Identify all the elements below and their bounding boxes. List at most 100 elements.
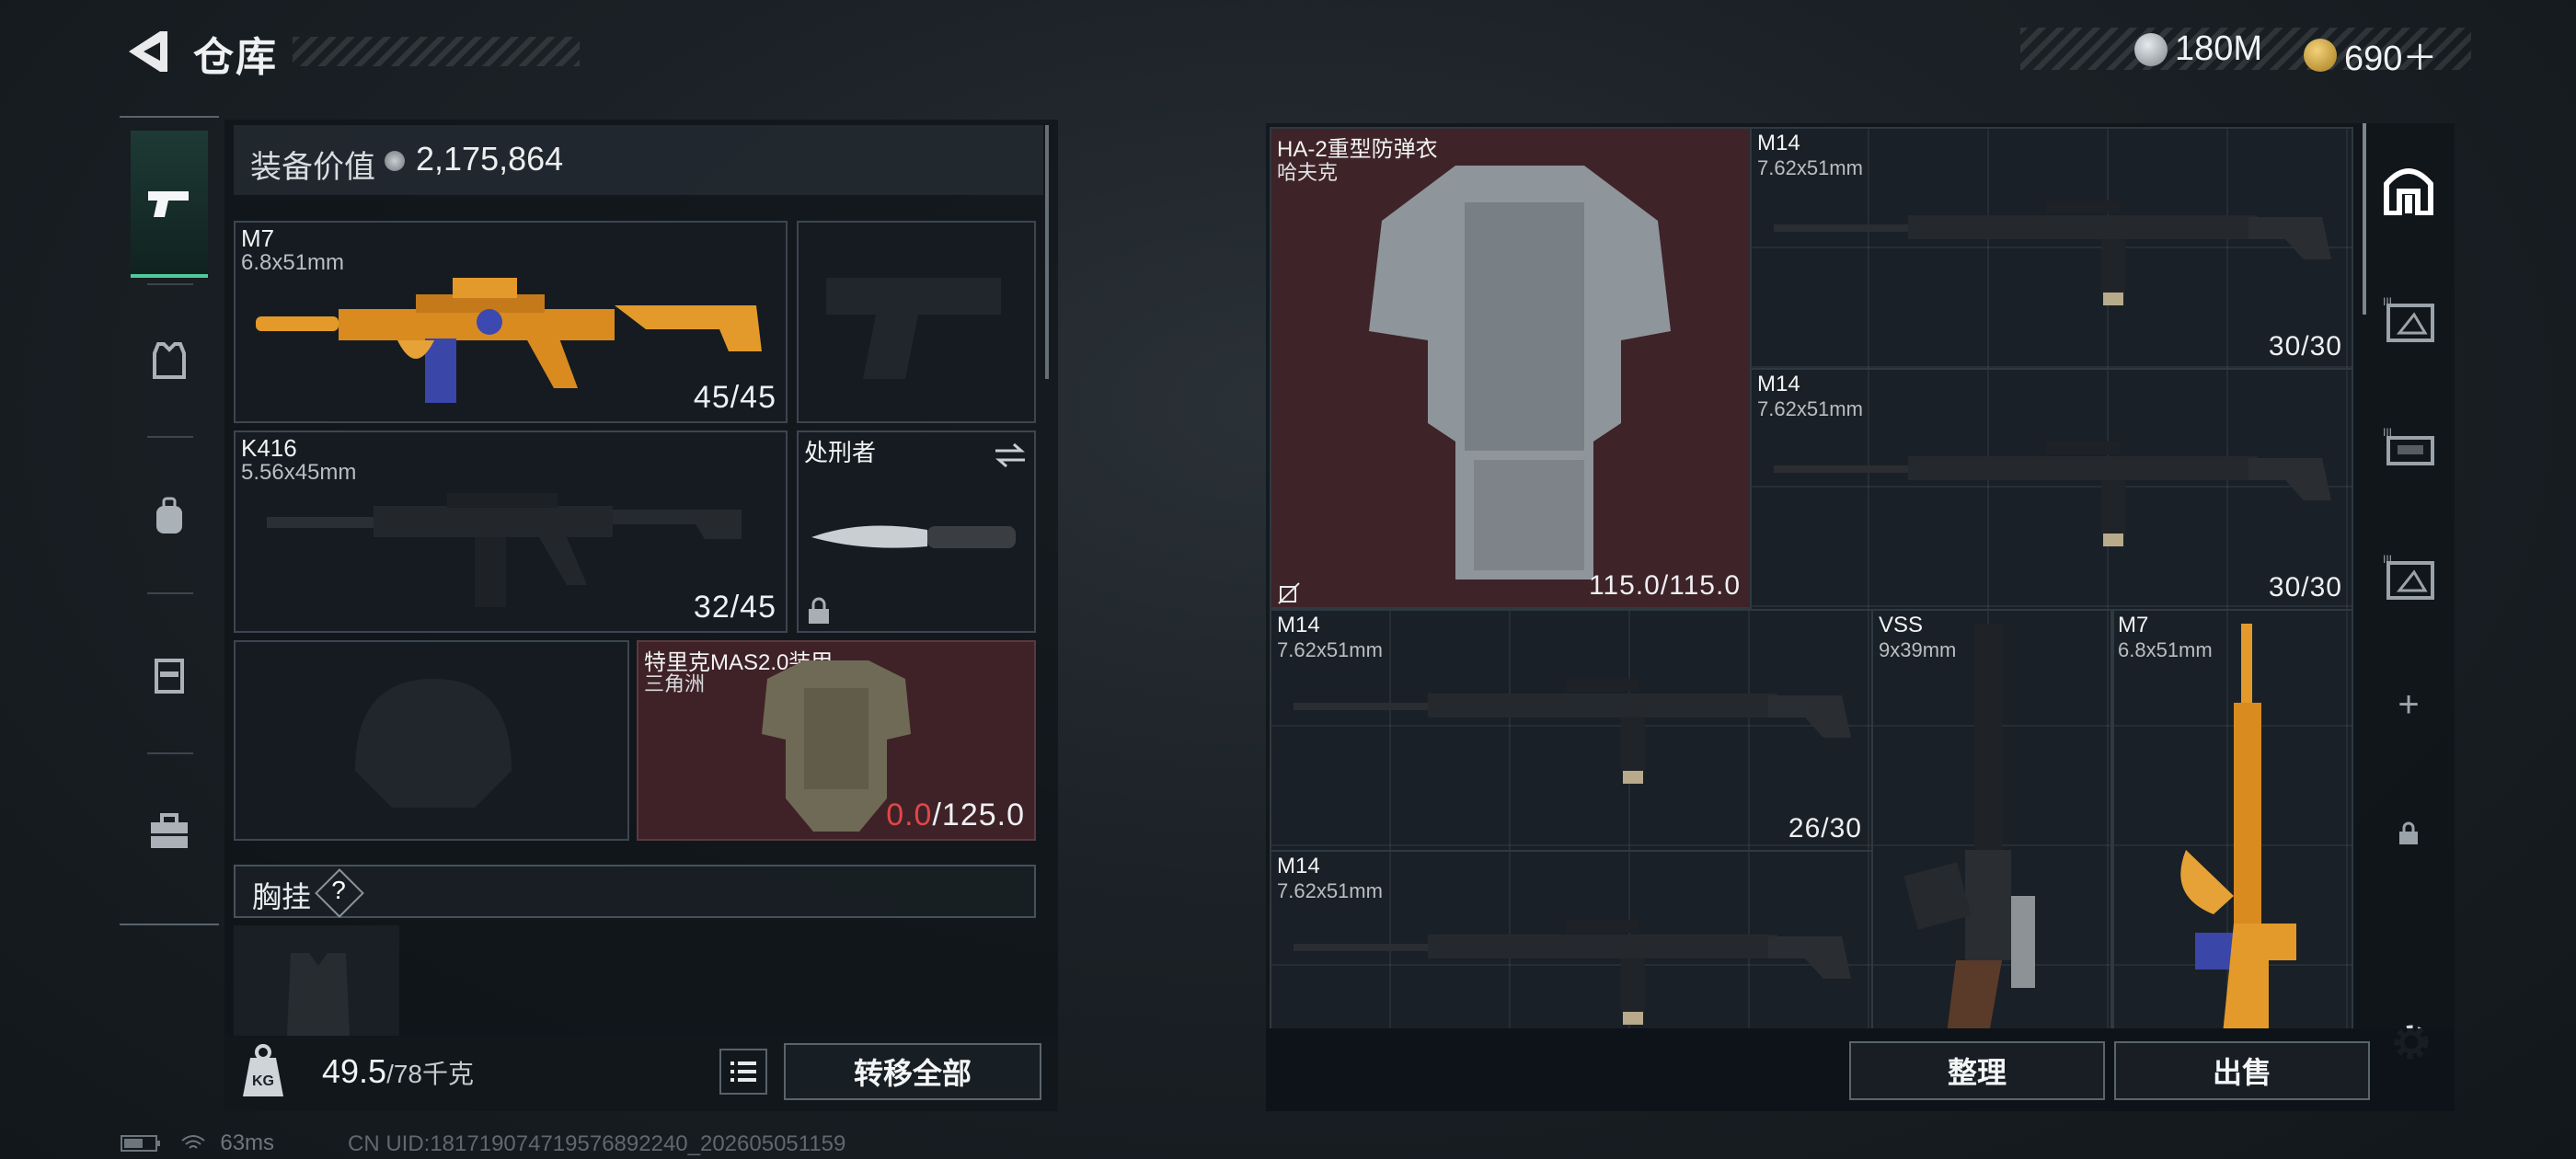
nav-container-2[interactable]: III bbox=[2364, 403, 2453, 491]
nav-chest-rig[interactable] bbox=[131, 602, 208, 745]
slot-ammo-count: 45/45 bbox=[693, 380, 776, 415]
back-arrow-icon bbox=[129, 31, 167, 72]
chest-rig-slot[interactable] bbox=[234, 925, 399, 1036]
container-1-icon: III bbox=[2383, 553, 2434, 600]
storage-item-caliber: 7.62x51mm bbox=[1277, 638, 1383, 661]
currency-gold-value: 690＋ bbox=[2344, 40, 2438, 78]
briefcase-icon bbox=[151, 813, 188, 848]
armor-durability-current: 0.0 bbox=[886, 798, 933, 832]
storage-item-name: M14 bbox=[1277, 854, 1320, 878]
currency-gold[interactable]: 690＋ bbox=[2304, 29, 2437, 80]
storage-item-rifle-m7[interactable]: M7 6.8x51mm bbox=[2110, 609, 2353, 1028]
nav-briefcase[interactable] bbox=[131, 760, 208, 903]
pistol-icon bbox=[148, 191, 189, 217]
chest-rig-label: 胸挂 bbox=[252, 880, 312, 913]
heavy-armor-item-icon bbox=[1369, 166, 1671, 580]
add-icon: + bbox=[2398, 683, 2420, 725]
storage-item-armor[interactable]: HA-2重型防弹衣 哈夫克 115.0/115.0 bbox=[1270, 127, 1752, 609]
equipment-scrollbar[interactable] bbox=[1045, 125, 1049, 379]
ping-value: 63ms bbox=[220, 1130, 275, 1155]
armor-durability-max: /125.0 bbox=[932, 798, 1025, 832]
storage-item-caliber: 7.62x51mm bbox=[1277, 879, 1383, 902]
svg-text:KG: KG bbox=[252, 1073, 274, 1089]
currency-silver[interactable]: 180M bbox=[2134, 29, 2262, 69]
helmet-placeholder-icon bbox=[355, 679, 512, 808]
storage-item-brand: 哈夫克 bbox=[1277, 161, 1339, 184]
storage-item-rifle[interactable]: M14 7.62x51mm 30/30 bbox=[1750, 368, 2353, 611]
carry-weight: 49.5/78千克 bbox=[322, 1052, 474, 1091]
armor-vest-icon bbox=[153, 342, 186, 379]
loadout-category-nav bbox=[120, 116, 219, 925]
slot-item-brand: 三角洲 bbox=[644, 672, 706, 695]
transfer-all-button[interactable]: 转移全部 bbox=[784, 1043, 1041, 1100]
svg-text:III: III bbox=[2383, 553, 2392, 566]
chest-rig-icon bbox=[155, 659, 184, 694]
storage-item-rifle[interactable]: M14 7.62x51mm 26/30 bbox=[1270, 609, 1873, 852]
rifle-vss-icon bbox=[1903, 624, 2035, 1028]
storage-item-name: M7 bbox=[2118, 613, 2149, 637]
storage-item-name: M14 bbox=[1757, 131, 1800, 155]
storage-item-rifle[interactable]: M14 7.62x51mm 30/30 bbox=[1750, 127, 2353, 370]
list-icon bbox=[730, 1061, 756, 1082]
rifle-m14-icon bbox=[1294, 679, 1851, 784]
no-insure-icon bbox=[1278, 582, 1300, 604]
slot-ammo-count: 32/45 bbox=[693, 590, 776, 625]
svg-text:III: III bbox=[2383, 295, 2392, 308]
add-container-button[interactable]: + bbox=[2364, 660, 2453, 749]
container-3-icon: III bbox=[2383, 295, 2434, 342]
status-bar: 63ms bbox=[120, 1130, 274, 1156]
weight-icon: KG bbox=[239, 1043, 287, 1100]
swap-icon[interactable] bbox=[992, 442, 1029, 469]
locked-container-slot[interactable] bbox=[2364, 789, 2453, 878]
secondary-weapon-slot[interactable]: K416 5.56x45mm 32/45 bbox=[234, 430, 788, 633]
back-button[interactable] bbox=[120, 26, 175, 77]
page-title: 仓库 bbox=[193, 35, 278, 80]
helmet-slot-empty[interactable] bbox=[234, 640, 629, 841]
container-2-icon: III bbox=[2383, 426, 2434, 465]
storage-item-name: M14 bbox=[1277, 613, 1320, 637]
silver-coin-icon bbox=[2134, 32, 2168, 66]
storage-item-rifle[interactable]: M14 7.62x51mm bbox=[1270, 850, 1873, 1028]
list-view-button[interactable] bbox=[719, 1049, 767, 1095]
pistol-placeholder-icon bbox=[826, 278, 1001, 379]
nav-safe-box[interactable] bbox=[2364, 145, 2453, 234]
battery-icon bbox=[121, 1134, 160, 1152]
chest-rig-placeholder-icon bbox=[287, 953, 350, 1036]
backpack-icon bbox=[156, 497, 182, 534]
gold-coin-icon bbox=[2304, 38, 2337, 72]
nav-weapons[interactable] bbox=[131, 131, 208, 278]
storage-category-nav: III III III + bbox=[2364, 123, 2453, 896]
nav-container-1[interactable]: III bbox=[2364, 532, 2453, 620]
melee-slot[interactable]: 处刑者 bbox=[797, 430, 1036, 633]
silver-coin-icon bbox=[385, 151, 405, 171]
rifle-m14-icon bbox=[1774, 201, 2331, 305]
nav-armor[interactable] bbox=[131, 289, 208, 432]
nav-container-3[interactable]: III bbox=[2364, 274, 2453, 362]
storage-item-caliber: 7.62x51mm bbox=[1757, 397, 1863, 420]
svg-text:III: III bbox=[2383, 426, 2392, 439]
storage-item-ammo: 26/30 bbox=[1788, 813, 1862, 843]
rifle-m14-icon bbox=[1774, 442, 2331, 546]
slot-item-name: 处刑者 bbox=[804, 439, 877, 466]
storage-item-durability: 115.0/115.0 bbox=[1588, 570, 1741, 601]
slot-item-name: K416 bbox=[241, 434, 297, 462]
carry-weight-current: 49.5 bbox=[322, 1052, 387, 1090]
nav-backpack[interactable] bbox=[131, 445, 208, 589]
lock-icon bbox=[2399, 821, 2418, 844]
carry-weight-max: /78千克 bbox=[386, 1060, 475, 1088]
sell-button[interactable]: 出售 bbox=[2114, 1041, 2370, 1100]
pistol-slot-empty[interactable] bbox=[797, 221, 1036, 423]
armor-durability: 0.0/125.0 bbox=[886, 798, 1025, 833]
rifle-m14-icon bbox=[1294, 920, 1851, 1025]
storage-item-ammo: 30/30 bbox=[2268, 331, 2342, 361]
storage-item-rifle-vss[interactable]: VSS 9x39mm bbox=[1871, 609, 2114, 1028]
storage-item-caliber: 7.62x51mm bbox=[1757, 156, 1863, 179]
organize-button[interactable]: 整理 bbox=[1849, 1041, 2105, 1100]
storage-item-name: M14 bbox=[1757, 372, 1800, 396]
knife-icon bbox=[811, 525, 1016, 548]
armor-slot[interactable]: 特里克MAS2.0装甲 三角洲 0.0/125.0 bbox=[637, 640, 1036, 841]
storage-grid: HA-2重型防弹衣 哈夫克 115.0/115.0 M14 7.62x51mm … bbox=[1270, 127, 2353, 1028]
equipment-value-label: 装备价值 bbox=[250, 150, 375, 185]
primary-weapon-slot[interactable]: M7 6.8x51mm 45/45 bbox=[234, 221, 788, 423]
title-decoration bbox=[293, 37, 580, 66]
